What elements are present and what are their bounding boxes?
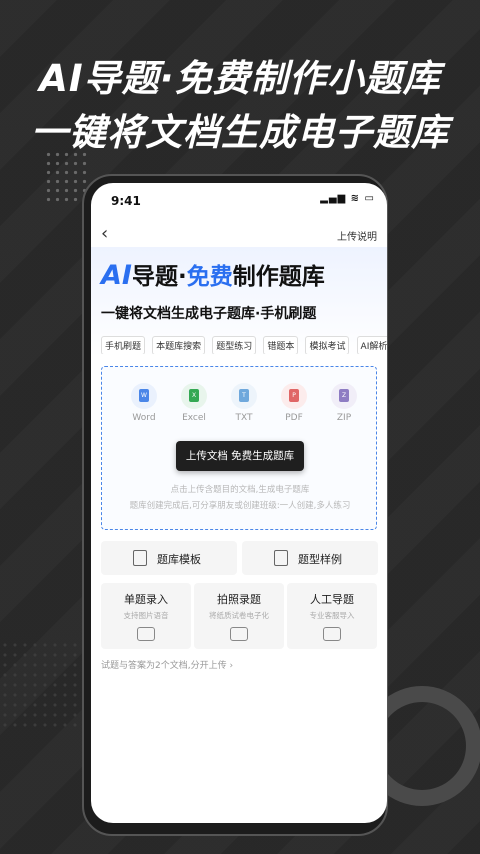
bank-template-button[interactable]: 题库模板 bbox=[101, 541, 237, 575]
txt-icon: T bbox=[231, 383, 257, 409]
decorative-dots-bottom bbox=[0, 640, 90, 730]
feature-tags: 手机刷题 本题库搜索 题型练习 错题本 模拟考试 AI解析 bbox=[101, 334, 387, 354]
pdf-icon: P bbox=[281, 383, 307, 409]
file-type-excel: X Excel bbox=[174, 383, 214, 423]
hero-subtitle: 一键将文档生成电子题库·手机刷题 bbox=[101, 306, 317, 322]
upload-hint-1: 点击上传含题目的文档,生成电子题库 bbox=[170, 485, 310, 495]
upload-dropzone[interactable]: W Word X Excel T TXT P PDF Z ZIP 上传文档 免费… bbox=[101, 366, 377, 530]
excel-icon: X bbox=[181, 383, 207, 409]
promo-headline-2: 一键将文档生成电子题库 bbox=[31, 111, 449, 154]
question-type-example-button[interactable]: 题型样例 bbox=[242, 541, 378, 575]
upload-document-button[interactable]: 上传文档 免费生成题库 bbox=[176, 441, 304, 471]
camera-icon bbox=[230, 627, 248, 641]
separate-upload-link[interactable]: 试题与答案为2个文档,分开上传 › bbox=[101, 658, 233, 671]
file-type-pdf: P PDF bbox=[274, 383, 314, 423]
hero-title-ai: AI bbox=[101, 260, 132, 291]
chart-icon bbox=[274, 550, 288, 566]
hero-title: AI导题·免费制作题库 bbox=[101, 257, 325, 291]
upload-hint-2: 题库创建完成后,可分享朋友或创建班级:一人创建,多人练习 bbox=[129, 501, 351, 511]
file-type-zip: Z ZIP bbox=[324, 383, 364, 423]
file-type-word: W Word bbox=[124, 383, 164, 423]
hero-title-part1: 导题· bbox=[131, 264, 187, 290]
phone-screen: 9:41 ▂▄▆ ≋ ▭ ‹ 上传说明 AI导题·免费制作题库 一键将文档生成电… bbox=[91, 183, 387, 823]
file-type-txt: T TXT bbox=[224, 383, 264, 423]
feature-tag: 题型练习 bbox=[212, 336, 257, 354]
status-bar: 9:41 ▂▄▆ ≋ ▭ bbox=[91, 183, 387, 217]
feature-tag: 手机刷题 bbox=[101, 336, 146, 354]
nav-bar: ‹ 上传说明 bbox=[91, 221, 387, 247]
feature-tag: 本题库搜索 bbox=[152, 336, 206, 354]
file-type-list: W Word X Excel T TXT P PDF Z ZIP bbox=[124, 383, 364, 433]
hero-title-part2: 制作题库 bbox=[232, 264, 325, 290]
status-time: 9:41 bbox=[111, 194, 141, 208]
manual-import-button[interactable]: 人工导题 专业客服导入 bbox=[287, 583, 377, 649]
single-entry-button[interactable]: 单题录入 支持图片语音 bbox=[101, 583, 191, 649]
photo-entry-button[interactable]: 拍照录题 将纸质试卷电子化 bbox=[194, 583, 284, 649]
person-icon bbox=[323, 627, 341, 641]
zip-icon: Z bbox=[331, 383, 357, 409]
feature-tag: 错题本 bbox=[263, 336, 299, 354]
feature-tag: 模拟考试 bbox=[305, 336, 350, 354]
hero-title-free: 免费 bbox=[186, 264, 233, 290]
upload-help-link[interactable]: 上传说明 bbox=[337, 228, 377, 243]
word-icon: W bbox=[131, 383, 157, 409]
promo-headline-1: AI导题·免费制作小题库 bbox=[39, 57, 441, 100]
status-icons: ▂▄▆ ≋ ▭ bbox=[320, 193, 375, 204]
feature-tag: AI解析 bbox=[356, 336, 387, 354]
decorative-dots bbox=[44, 150, 88, 202]
back-icon[interactable]: ‹ bbox=[101, 223, 108, 244]
document-icon bbox=[133, 550, 147, 566]
message-icon bbox=[137, 627, 155, 641]
